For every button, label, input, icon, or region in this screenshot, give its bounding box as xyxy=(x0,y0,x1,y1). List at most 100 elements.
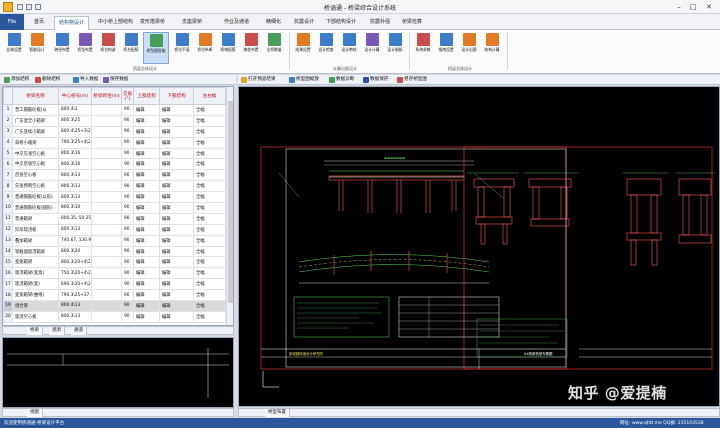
cell-name[interactable]: 普通钢筋砼板(以形) xyxy=(12,191,59,204)
cell-sub[interactable]: 编辑 xyxy=(159,169,194,182)
cell-side[interactable]: 全幅 xyxy=(193,104,226,116)
tab-structure-design[interactable]: 结构物设计 xyxy=(54,16,90,31)
tab-small-bridge[interactable]: 中小桥上部结构 xyxy=(94,16,137,29)
ribbon-button-pier-rebar[interactable]: 桥墩配筋 xyxy=(217,32,239,64)
cell-angle[interactable]: 90 xyxy=(121,202,134,214)
open-preview-button[interactable]: 打开预览结果 xyxy=(240,76,276,84)
table-header-side[interactable]: 左右幅 xyxy=(193,87,226,105)
cell-angle[interactable]: 90 xyxy=(121,267,134,280)
row-index[interactable]: 8 xyxy=(3,180,13,193)
cell-super[interactable]: 编辑 xyxy=(133,223,160,236)
cell-station[interactable]: 800.3\25 xyxy=(58,114,92,127)
cell-span[interactable] xyxy=(91,158,122,171)
data-save-button[interactable]: 数据保存 xyxy=(362,76,388,84)
cell-span[interactable] xyxy=(91,180,122,193)
cell-angle[interactable]: 90 xyxy=(121,223,134,236)
cell-station[interactable]: 750.3\20+4\25+4 xyxy=(58,267,92,280)
maximize-icon[interactable]: □ xyxy=(688,2,698,12)
row-index[interactable]: 9 xyxy=(3,191,13,204)
table-row[interactable]: 11 普通箱梁 800.35, 50.35 90 编辑 编辑 全幅 xyxy=(3,212,226,225)
cell-side[interactable]: 全幅 xyxy=(193,267,226,280)
cell-sub[interactable]: 编辑 xyxy=(159,310,194,323)
table-row[interactable]: 9 普通钢筋砼板(以形) 800.3\13 90 编辑 编辑 全幅 xyxy=(3,191,226,204)
cell-super[interactable]: 编辑 xyxy=(133,158,160,171)
cell-angle[interactable]: 90 xyxy=(121,147,134,160)
cell-side[interactable]: 全幅 xyxy=(193,180,226,193)
tab-check[interactable]: 桥梁检算 xyxy=(398,16,426,29)
cell-angle[interactable]: 90 xyxy=(121,256,134,269)
table-row[interactable]: 17现浇箱梁(变)690.3\20+4\25+490编辑编辑全幅 xyxy=(3,278,226,291)
drawing-canvas[interactable]: ▬▬▬▬▬▬▬ 某城镇桥涵设计研究院 XX桥梁桥型布置图 xyxy=(238,86,720,407)
tab-home[interactable]: 首页 xyxy=(30,16,48,29)
ribbon-button-bridge-type[interactable]: 桥型布置 xyxy=(74,32,96,64)
row-index[interactable]: 7 xyxy=(3,169,13,182)
cell-station[interactable]: 800.3\13 xyxy=(58,169,92,182)
tab-passages[interactable]: 通道 xyxy=(71,327,87,335)
row-index[interactable]: 11 xyxy=(3,212,13,225)
cell-angle[interactable]: 90 xyxy=(121,278,134,291)
table-row[interactable]: 19 组合梁 800.4\13 90 编辑 编辑 全幅 xyxy=(3,300,226,312)
cell-span[interactable] xyxy=(91,289,122,302)
row-index[interactable]: 12 xyxy=(3,223,13,236)
tab-bridges[interactable]: 桥梁 xyxy=(27,327,43,335)
cell-name[interactable]: 斜桥小箱梁 xyxy=(12,136,59,149)
save-as-drawing-button[interactable]: 另存桥型图 xyxy=(396,76,427,84)
table-row[interactable]: 12 异形现浇板 800.3\13 90 编辑 编辑 全幅 xyxy=(3,223,226,236)
add-structure-button[interactable]: 添加结构 xyxy=(3,76,29,84)
ribbon-button-profile[interactable]: 桥位纵断 xyxy=(194,32,216,64)
row-index[interactable]: 5 xyxy=(3,147,13,160)
table-scrollbar[interactable] xyxy=(226,87,233,325)
row-index[interactable]: 17 xyxy=(3,278,13,291)
save-data-button[interactable]: 保存数据 xyxy=(102,76,128,84)
cell-sub[interactable]: 编辑 xyxy=(159,278,194,291)
cell-sub[interactable]: 编辑 xyxy=(159,202,194,214)
cell-span[interactable] xyxy=(91,191,122,204)
cell-angle[interactable]: 90 xyxy=(121,180,134,193)
cell-name[interactable]: 组合梁 xyxy=(12,300,59,312)
ribbon-button-guide[interactable]: 指南设置 xyxy=(435,32,457,64)
table-header-super[interactable]: 上部结构 xyxy=(133,87,160,105)
table-row[interactable]: 15变宽箱梁800.3\20+4\25+490编辑编辑全幅 xyxy=(3,256,226,269)
cell-sub[interactable]: 编辑 xyxy=(159,212,194,225)
row-index[interactable]: 2 xyxy=(3,114,13,127)
cell-name[interactable]: 广东连续小箱梁 xyxy=(12,125,59,138)
table-row[interactable]: 13 叠加箱梁 740.67, 130.97 90 编辑 编辑 全幅 xyxy=(3,234,226,247)
row-index[interactable]: 4 xyxy=(3,136,13,149)
ribbon-button-column[interactable]: 墩柱布置 xyxy=(240,32,262,64)
cell-side[interactable]: 全幅 xyxy=(193,147,226,160)
cell-span[interactable] xyxy=(91,300,122,312)
cell-side[interactable]: 全幅 xyxy=(193,169,226,182)
cell-name[interactable]: 中交先张空心板 xyxy=(12,147,59,160)
cell-angle[interactable]: 90 xyxy=(121,310,134,323)
cell-sub[interactable]: 编辑 xyxy=(159,289,194,302)
tab-support-beam[interactable]: 支座梁桥 xyxy=(178,16,206,29)
cell-angle[interactable]: 90 xyxy=(121,245,134,258)
tab-refinement[interactable]: 精细化 xyxy=(262,16,285,29)
cell-sub[interactable]: 编辑 xyxy=(159,267,194,280)
cell-side[interactable]: 全幅 xyxy=(193,310,226,323)
cell-angle[interactable]: 90 xyxy=(121,191,134,204)
cell-sub[interactable]: 编辑 xyxy=(159,234,194,247)
cell-super[interactable]: 编辑 xyxy=(133,125,160,138)
cell-angle[interactable]: 90 xyxy=(121,169,134,182)
ribbon-button-output[interactable]: 设计出图 xyxy=(458,32,480,64)
table-header-span[interactable]: 桥梁跨径(m) xyxy=(91,87,122,105)
ribbon-button-span[interactable]: 跨径布置 xyxy=(51,32,73,64)
cell-sub[interactable]: 编辑 xyxy=(159,223,194,236)
cell-side[interactable]: 全幅 xyxy=(193,256,226,269)
row-index[interactable]: 15 xyxy=(3,256,13,269)
cell-span[interactable] xyxy=(91,245,122,258)
tab-view[interactable]: 视图 xyxy=(27,409,43,417)
cell-span[interactable] xyxy=(91,169,122,182)
cell-span[interactable] xyxy=(91,223,122,236)
cell-sub[interactable]: 编辑 xyxy=(159,300,194,312)
cell-side[interactable]: 全幅 xyxy=(193,158,226,171)
tab-substructure[interactable]: 下部结构设计 xyxy=(322,16,360,29)
cell-span[interactable] xyxy=(91,114,122,127)
cell-span[interactable] xyxy=(91,147,122,160)
table-row[interactable]: 16现浇箱梁(变高)750.3\20+4\25+490编辑编辑全幅 xyxy=(3,267,226,280)
table-row[interactable]: 10 普通钢筋砼板(圆形) 800.3\10 90 编辑 编辑 全幅 xyxy=(3,202,226,214)
ribbon-button-overall[interactable]: 总体设置 xyxy=(3,32,25,64)
table-row[interactable]: 4斜桥小箱梁790.3\25+4\25+390编辑编辑全幅 xyxy=(3,136,226,149)
cell-side[interactable]: 全幅 xyxy=(193,234,226,247)
